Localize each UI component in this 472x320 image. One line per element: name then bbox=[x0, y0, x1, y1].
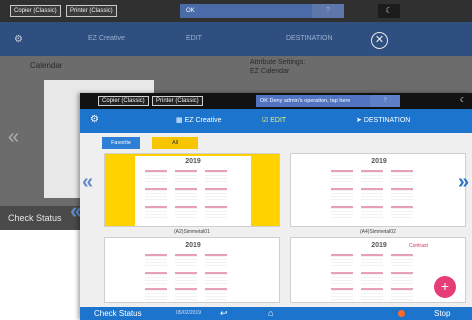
calendar-year: 2019 bbox=[185, 158, 201, 165]
month-block bbox=[331, 288, 353, 300]
month-block bbox=[361, 206, 383, 218]
calendar-thumbnail: 2019 Contrast bbox=[321, 240, 437, 302]
back-calendar-label: Calendar bbox=[30, 61, 63, 70]
month-block bbox=[145, 206, 167, 218]
month-block bbox=[175, 188, 197, 200]
date-display: 05/02/2019 bbox=[176, 310, 202, 316]
month-block bbox=[391, 288, 413, 300]
back-check-status: Check Status bbox=[0, 206, 80, 230]
back-tab-bar: ⚙ EZ Creative EDIT DESTINATION ✕ bbox=[0, 22, 472, 56]
calendar-year: 2019 bbox=[185, 242, 201, 249]
month-block bbox=[361, 254, 383, 266]
back-attribute-settings: Attribute Settings: EZ Calendar bbox=[250, 58, 305, 76]
check-status-button[interactable]: Check Status bbox=[94, 307, 142, 320]
back-left-chevron-icon: « bbox=[8, 126, 20, 148]
back-arrow-icon[interactable]: ↩ bbox=[220, 307, 228, 320]
month-block bbox=[145, 254, 167, 266]
template-caption-4: Contrast bbox=[409, 243, 428, 249]
template-card-2[interactable]: 2019 bbox=[290, 153, 466, 227]
bottom-bar: Check Status 05/02/2019 ↩ ⌂ Stop bbox=[80, 307, 472, 320]
month-block bbox=[331, 206, 353, 218]
month-block bbox=[205, 254, 227, 266]
message-bar[interactable]: OK Deny admin's operation, tap here bbox=[256, 95, 370, 107]
month-block bbox=[205, 272, 227, 284]
printer-classic-chip[interactable]: Printer (Classic) bbox=[152, 96, 203, 106]
month-block bbox=[175, 206, 197, 218]
month-block bbox=[175, 170, 197, 182]
month-block bbox=[175, 272, 197, 284]
send-icon: ➤ bbox=[356, 117, 364, 124]
month-block bbox=[361, 288, 383, 300]
month-block bbox=[145, 288, 167, 300]
month-block bbox=[331, 254, 353, 266]
copier-classic-chip[interactable]: Copier (Classic) bbox=[98, 96, 149, 106]
grid-icon: ▦ bbox=[176, 117, 185, 124]
back-attr-line2: EZ Calendar bbox=[250, 68, 290, 75]
back-printer-chip: Printer (Classic) bbox=[66, 5, 117, 17]
back-tab-edit: EDIT bbox=[186, 35, 202, 42]
front-screen: Copier (Classic) Printer (Classic) OK De… bbox=[80, 93, 472, 320]
back-gear-icon: ⚙ bbox=[14, 34, 23, 45]
template-caption-2: (A4)Simmetal02 bbox=[360, 229, 396, 235]
help-icon[interactable]: ? bbox=[370, 95, 400, 107]
month-block bbox=[391, 254, 413, 266]
month-block bbox=[175, 254, 197, 266]
next-arrow-icon[interactable]: » bbox=[458, 171, 469, 194]
stop-button[interactable]: Stop bbox=[434, 307, 450, 320]
tab-destination[interactable]: ➤ DESTINATION bbox=[356, 116, 410, 124]
tab-edit[interactable]: ☑ EDIT bbox=[262, 116, 286, 124]
month-block bbox=[145, 272, 167, 284]
tab-ez-creative[interactable]: ▦ EZ Creative bbox=[176, 116, 222, 124]
month-block bbox=[145, 188, 167, 200]
month-block bbox=[205, 170, 227, 182]
favorite-filter-button[interactable]: Favorite bbox=[102, 137, 140, 149]
tab-ez-creative-label: EZ Creative bbox=[184, 117, 222, 124]
month-block bbox=[391, 272, 413, 284]
moon-icon[interactable]: ☾ bbox=[454, 95, 472, 107]
gear-icon[interactable]: ⚙ bbox=[90, 114, 99, 125]
month-block bbox=[391, 188, 413, 200]
back-close-icon: ✕ bbox=[371, 32, 388, 49]
calendar-thumbnail: 2019 bbox=[135, 156, 251, 226]
back-help-icon: ? bbox=[312, 4, 344, 18]
prev-arrow-icon[interactable]: « bbox=[82, 171, 93, 194]
month-block bbox=[205, 288, 227, 300]
back-tab-creative: EZ Creative bbox=[88, 35, 125, 42]
month-block bbox=[145, 170, 167, 182]
back-moon-icon: ☾ bbox=[378, 4, 400, 18]
tab-bar: ⚙ ▦ EZ Creative ☑ EDIT ➤ DESTINATION bbox=[80, 109, 472, 133]
stop-indicator-icon bbox=[398, 310, 405, 317]
template-caption-1: (A2)Simmetal01 bbox=[174, 229, 210, 235]
month-block bbox=[391, 206, 413, 218]
tab-edit-label: EDIT bbox=[270, 117, 287, 124]
template-card-1[interactable]: 2019 bbox=[104, 153, 280, 227]
month-block bbox=[331, 170, 353, 182]
month-block bbox=[361, 188, 383, 200]
back-attr-line1: Attribute Settings: bbox=[250, 59, 306, 66]
all-filter-button[interactable]: All bbox=[152, 137, 198, 149]
template-gallery: Favorite All 2019 (A2)Simmetal01 2019 (A… bbox=[80, 133, 472, 307]
template-card-3[interactable]: 2019 bbox=[104, 237, 280, 303]
tab-destination-label: DESTINATION bbox=[363, 117, 411, 124]
calendar-thumbnail: 2019 bbox=[135, 240, 251, 302]
month-block bbox=[331, 188, 353, 200]
month-block bbox=[361, 272, 383, 284]
back-copier-chip: Copier (Classic) bbox=[10, 5, 61, 17]
back-top-bar: Copier (Classic) Printer (Classic) OK ? … bbox=[0, 0, 472, 22]
calendar-year: 2019 bbox=[371, 158, 387, 165]
month-block bbox=[391, 170, 413, 182]
calendar-thumbnail: 2019 bbox=[321, 156, 437, 226]
back-tab-destination: DESTINATION bbox=[286, 35, 333, 42]
month-block bbox=[205, 206, 227, 218]
top-bar: Copier (Classic) Printer (Classic) OK De… bbox=[80, 93, 472, 109]
month-block bbox=[331, 272, 353, 284]
month-block bbox=[175, 288, 197, 300]
home-icon[interactable]: ⌂ bbox=[268, 307, 273, 320]
add-button[interactable]: + bbox=[434, 276, 456, 298]
month-block bbox=[205, 188, 227, 200]
edit-icon: ☑ bbox=[262, 117, 271, 124]
month-block bbox=[361, 170, 383, 182]
